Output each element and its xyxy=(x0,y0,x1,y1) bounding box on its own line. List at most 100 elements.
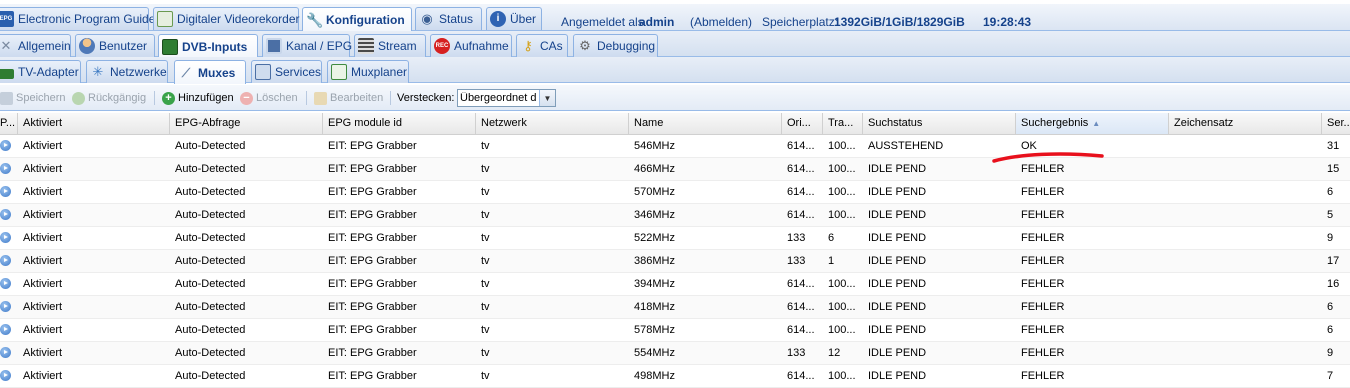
tab-dvb-inputs[interactable]: DVB-Inputs xyxy=(158,34,258,58)
table-row[interactable]: Aktiviert Auto-Detected EIT: EPG Grabber tv… xyxy=(0,135,1350,158)
key-icon: ⚷ xyxy=(523,38,533,53)
undo-button[interactable]: Rückgängig xyxy=(72,90,146,106)
cell-epg-module: EIT: EPG Grabber xyxy=(328,186,417,198)
tab-dvr[interactable]: Digitaler Videorekorder xyxy=(153,7,300,30)
column-header-name[interactable]: Name xyxy=(629,113,782,134)
play-icon[interactable] xyxy=(0,255,11,266)
add-icon: + xyxy=(162,91,175,105)
cell-name: 554MHz xyxy=(634,347,675,359)
tab-debugging[interactable]: ⚙ Debugging xyxy=(573,34,658,57)
play-icon[interactable] xyxy=(0,301,11,312)
table-row[interactable]: Aktiviert Auto-Detected EIT: EPG Grabber tv… xyxy=(0,342,1350,365)
cell-charset xyxy=(1169,250,1322,272)
column-header-scan-result[interactable]: Suchergebnis ▲ xyxy=(1016,113,1169,134)
cell-epg-module: EIT: EPG Grabber xyxy=(328,209,417,221)
table-row[interactable]: Aktiviert Auto-Detected EIT: EPG Grabber tv… xyxy=(0,273,1350,296)
table-row[interactable]: Aktiviert Auto-Detected EIT: EPG Grabber tv… xyxy=(0,319,1350,342)
cell-network: tv xyxy=(481,301,490,313)
tab-label: Debugging xyxy=(597,39,656,53)
play-icon[interactable] xyxy=(0,186,11,197)
tab-about[interactable]: i Über xyxy=(486,7,542,30)
tab-label: Kanal / EPG xyxy=(286,39,353,53)
tab-tv-adapter[interactable]: TV-Adapter xyxy=(0,60,81,83)
tab-muxes[interactable]: ⟋ Muxes xyxy=(174,60,246,84)
play-icon[interactable] xyxy=(0,347,11,358)
column-header-epg-scan[interactable]: EPG-Abfrage xyxy=(170,113,323,134)
cell-network: tv xyxy=(481,163,490,175)
tab-epg[interactable]: EPG Electronic Program Guide xyxy=(0,7,155,30)
cell-scan-result: FEHLER xyxy=(1021,301,1065,313)
hide-filter-select[interactable]: Übergeordnet d ▼ xyxy=(457,89,556,107)
cell-transport: 1 xyxy=(828,255,835,267)
cell-orig-network: 614... xyxy=(787,209,815,221)
tab-status[interactable]: ◉ Status xyxy=(415,7,482,30)
toolbar-divider xyxy=(306,91,307,105)
cell-transport: 100... xyxy=(828,140,856,152)
cell-services: 9 xyxy=(1327,232,1334,244)
logout-link[interactable]: (Abmelden) xyxy=(690,15,752,29)
play-icon[interactable] xyxy=(0,370,11,381)
cell-epg-scan: Auto-Detected xyxy=(175,278,246,290)
epg-icon: EPG xyxy=(0,11,14,27)
main-tab-bar: EPG Electronic Program Guide Digitaler V… xyxy=(0,4,1350,31)
chevron-down-icon[interactable]: ▼ xyxy=(539,90,555,106)
table-row[interactable]: Aktiviert Auto-Detected EIT: EPG Grabber tv… xyxy=(0,365,1350,388)
column-header-network[interactable]: Netzwerk xyxy=(476,113,629,134)
tab-netzwerke[interactable]: ✳ Netzwerke xyxy=(86,60,168,83)
column-header-scan-status[interactable]: Suchstatus xyxy=(863,113,1016,134)
edit-label: Bearbeiten xyxy=(330,92,384,104)
table-row[interactable]: Aktiviert Auto-Detected EIT: EPG Grabber tv… xyxy=(0,296,1350,319)
cell-services: 6 xyxy=(1327,301,1334,313)
edit-button[interactable]: Bearbeiten xyxy=(314,90,383,106)
cell-scan-status: IDLE PEND xyxy=(868,347,927,359)
tv-icon xyxy=(266,38,282,54)
table-row[interactable]: Aktiviert Auto-Detected EIT: EPG Grabber tv… xyxy=(0,181,1350,204)
tab-stream[interactable]: Stream xyxy=(354,34,426,57)
tab-muxplaner[interactable]: Muxplaner xyxy=(327,60,409,83)
column-header-enabled[interactable]: Aktiviert xyxy=(18,113,170,134)
tab-label: Digitaler Videorekorder xyxy=(177,12,300,26)
undo-icon xyxy=(72,91,85,105)
play-icon[interactable] xyxy=(0,232,11,243)
play-icon[interactable] xyxy=(0,324,11,335)
play-icon[interactable] xyxy=(0,209,11,220)
tab-services[interactable]: Services xyxy=(251,60,322,83)
table-row[interactable]: Aktiviert Auto-Detected EIT: EPG Grabber tv… xyxy=(0,227,1350,250)
tab-label: Muxplaner xyxy=(351,65,408,79)
tab-aufnahme[interactable]: REC Aufnahme xyxy=(430,34,512,57)
tab-kanal-epg[interactable]: Kanal / EPG xyxy=(262,34,353,57)
cell-name: 394MHz xyxy=(634,278,675,290)
tab-allgemein[interactable]: ✕ Allgemein xyxy=(0,34,71,57)
add-button[interactable]: + Hinzufügen xyxy=(162,90,234,106)
column-header-play[interactable]: P... xyxy=(0,113,18,134)
play-icon[interactable] xyxy=(0,163,11,174)
tab-konfiguration[interactable]: 🔧 Konfiguration xyxy=(302,7,412,31)
cell-epg-scan: Auto-Detected xyxy=(175,140,246,152)
tab-benutzer[interactable]: Benutzer xyxy=(75,34,155,57)
column-header-transport[interactable]: Tra... xyxy=(823,113,863,134)
cell-epg-module: EIT: EPG Grabber xyxy=(328,347,417,359)
cell-network: tv xyxy=(481,347,490,359)
table-row[interactable]: Aktiviert Auto-Detected EIT: EPG Grabber tv… xyxy=(0,250,1350,273)
column-header-epg-module[interactable]: EPG module id xyxy=(323,113,476,134)
tab-label: Stream xyxy=(378,39,417,53)
save-button[interactable]: Speichern xyxy=(0,90,66,106)
tab-label: Konfiguration xyxy=(326,12,405,27)
cell-transport: 100... xyxy=(828,186,856,198)
users-icon xyxy=(79,38,95,54)
table-row[interactable]: Aktiviert Auto-Detected EIT: EPG Grabber tv… xyxy=(0,204,1350,227)
cell-orig-network: 614... xyxy=(787,186,815,198)
cell-epg-scan: Auto-Detected xyxy=(175,232,246,244)
column-header-services[interactable]: Ser... xyxy=(1322,113,1350,134)
play-icon[interactable] xyxy=(0,140,11,151)
toolbar-divider xyxy=(390,91,391,105)
play-icon[interactable] xyxy=(0,278,11,289)
table-row[interactable]: Aktiviert Auto-Detected EIT: EPG Grabber tv… xyxy=(0,158,1350,181)
cell-name: 546MHz xyxy=(634,140,675,152)
save-label: Speichern xyxy=(16,92,66,104)
delete-icon: − xyxy=(240,91,253,105)
delete-button[interactable]: − Löschen xyxy=(240,90,298,106)
column-header-orig-network[interactable]: Ori... xyxy=(782,113,823,134)
column-header-charset[interactable]: Zeichensatz xyxy=(1169,113,1322,134)
tab-cas[interactable]: ⚷ CAs xyxy=(516,34,568,57)
